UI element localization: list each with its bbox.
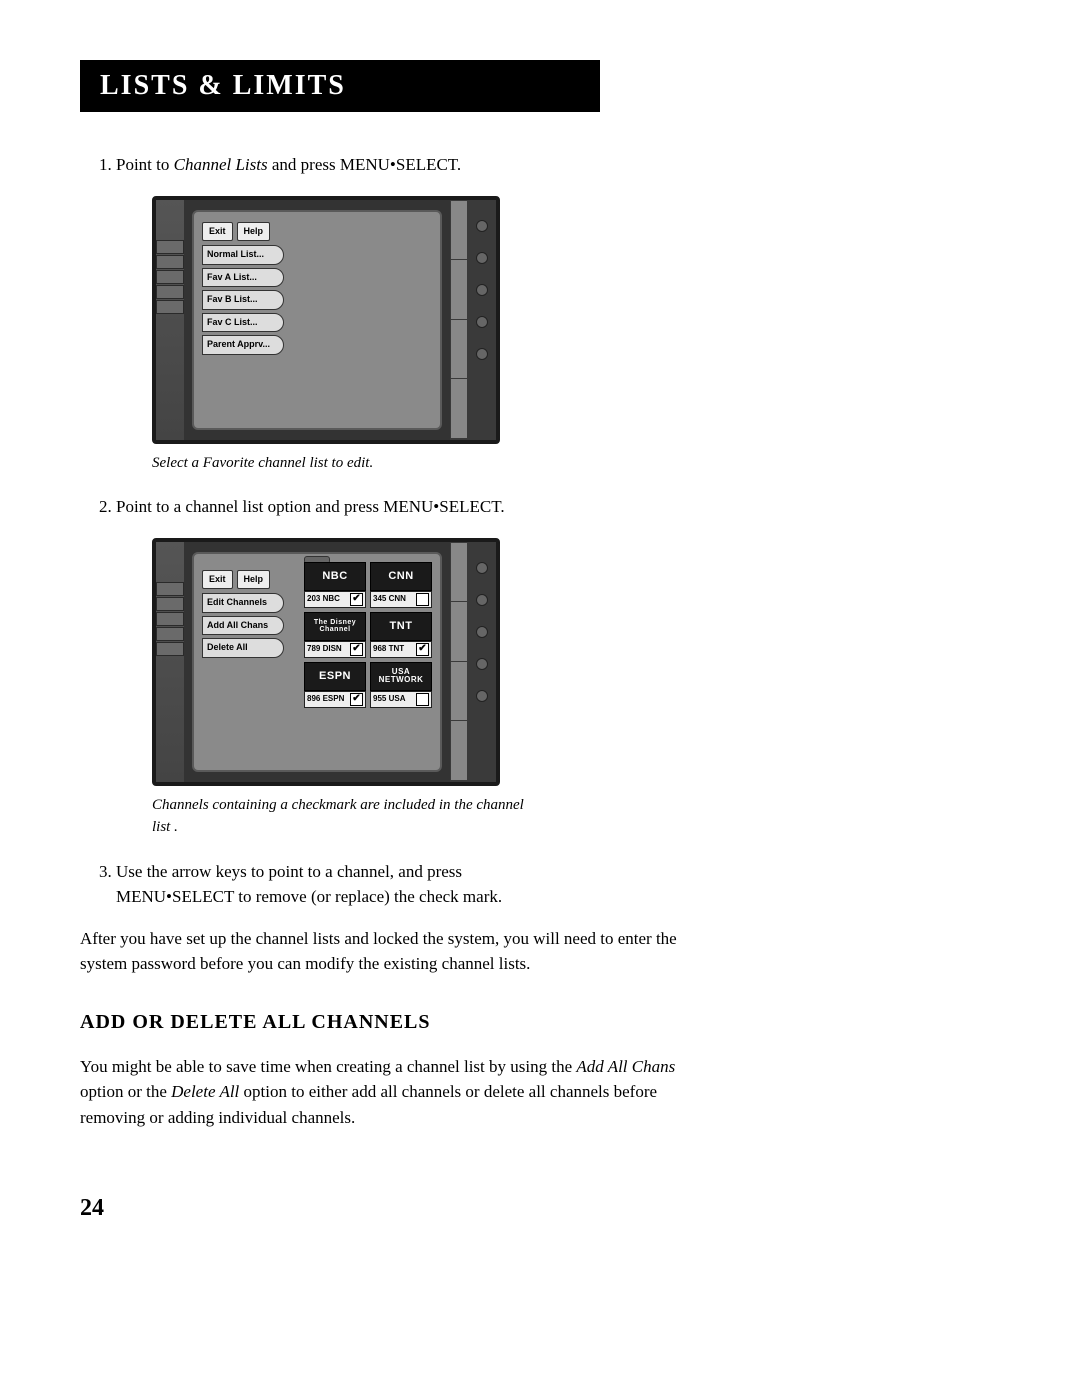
tv1-help-button[interactable]: Help	[237, 222, 271, 242]
tv2-exit-button[interactable]: Exit	[202, 570, 233, 590]
channel-espn[interactable]: ESPN 896 ESPN ✔	[304, 662, 366, 708]
sub-para-i2: Delete All	[171, 1082, 239, 1101]
channel-code: NBC	[323, 594, 340, 603]
sub-para-pre: You might be able to save time when crea…	[80, 1057, 576, 1076]
channel-logo: TNT	[370, 612, 432, 641]
channel-num: 968	[373, 644, 386, 653]
figure-1-caption: Select a Favorite channel list to edit.	[152, 452, 532, 475]
sub-para-i1: Add All Chans	[576, 1057, 675, 1076]
figure-2-tv: Exit Help Edit Channels Add All Chans De…	[152, 538, 500, 786]
step-3-line-a: Use the arrow keys to point to a channel…	[116, 862, 462, 881]
channel-num: 203	[307, 594, 320, 603]
channel-num: 345	[373, 594, 386, 603]
checkbox-empty-icon[interactable]	[416, 593, 429, 606]
body-paragraph: After you have set up the channel lists …	[80, 926, 680, 977]
tv1-tab-parent-apprv[interactable]: Parent Apprv...	[202, 335, 284, 355]
tv2-side-panel	[450, 542, 468, 782]
tv1-left-bezel	[156, 200, 184, 440]
channel-usa[interactable]: USA NETWORK 955 USA	[370, 662, 432, 708]
channel-code: CNN	[389, 594, 406, 603]
step-2-text: Point to a channel list option and press…	[116, 497, 505, 516]
channel-logo: NBC	[304, 562, 366, 591]
tv1-tab-normal-list[interactable]: Normal List...	[202, 245, 284, 265]
tv1-side-panel	[450, 200, 468, 440]
checkmark-icon[interactable]: ✔	[350, 643, 363, 656]
channel-code: TNT	[389, 644, 405, 653]
channel-tnt[interactable]: TNT 968 TNT ✔	[370, 612, 432, 658]
channel-num: 955	[373, 694, 386, 703]
channel-code: ESPN	[323, 694, 345, 703]
figure-1-tv: Exit Help Normal List... Fav A List... F…	[152, 196, 500, 444]
step-1: Point to Channel Lists and press MENU•SE…	[116, 152, 680, 474]
channel-cnn[interactable]: CNN 345 CNN	[370, 562, 432, 608]
tv2-right-bezel	[468, 542, 496, 782]
channel-code: USA	[389, 694, 406, 703]
channel-num: 896	[307, 694, 320, 703]
tv1-tab-fav-c[interactable]: Fav C List...	[202, 313, 284, 333]
tv1-right-bezel	[468, 200, 496, 440]
channel-logo: The Disney Channel	[304, 612, 366, 641]
sub-para-mid: option or the	[80, 1082, 171, 1101]
main-content: Point to Channel Lists and press MENU•SE…	[80, 152, 680, 1226]
tv2-help-button[interactable]: Help	[237, 570, 271, 590]
channel-nbc[interactable]: NBC 203 NBC ✔	[304, 562, 366, 608]
add-delete-all-paragraph: You might be able to save time when crea…	[80, 1054, 680, 1131]
channel-logo: CNN	[370, 562, 432, 591]
step-2: Point to a channel list option and press…	[116, 494, 680, 839]
checkmark-icon[interactable]: ✔	[416, 643, 429, 656]
step-1-italic: Channel Lists	[174, 155, 268, 174]
checkmark-icon[interactable]: ✔	[350, 693, 363, 706]
step-1-post: and press MENU•SELECT.	[268, 155, 462, 174]
channel-logo: ESPN	[304, 662, 366, 691]
tv2-screen: Exit Help Edit Channels Add All Chans De…	[192, 552, 442, 772]
page-number: 24	[80, 1190, 680, 1226]
add-delete-all-heading: ADD OR DELETE ALL CHANNELS	[80, 1007, 680, 1037]
step-3: Use the arrow keys to point to a channel…	[116, 859, 680, 910]
tv1-exit-button[interactable]: Exit	[202, 222, 233, 242]
tv1-tab-fav-a[interactable]: Fav A List...	[202, 268, 284, 288]
channel-num: 789	[307, 644, 320, 653]
page-header: LISTS & LIMITS	[80, 60, 600, 112]
channel-logo: USA NETWORK	[370, 662, 432, 691]
tv2-tab-delete-all[interactable]: Delete All	[202, 638, 284, 658]
tv2-channel-grid: NBC 203 NBC ✔ CNN 345 CNN The Disney Chan…	[304, 562, 432, 762]
step-1-pre: Point to	[116, 155, 174, 174]
step-3-line-b: MENU•SELECT to remove (or replace) the c…	[116, 887, 502, 906]
tv1-screen: Exit Help Normal List... Fav A List... F…	[192, 210, 442, 430]
tv1-tab-fav-b[interactable]: Fav B List...	[202, 290, 284, 310]
tv2-tab-add-all-chans[interactable]: Add All Chans	[202, 616, 284, 636]
tv2-left-bezel	[156, 542, 184, 782]
channel-disney[interactable]: The Disney Channel 789 DISN ✔	[304, 612, 366, 658]
figure-2-caption: Channels containing a checkmark are incl…	[152, 794, 532, 839]
channel-code: DISN	[323, 644, 342, 653]
tv2-tab-edit-channels[interactable]: Edit Channels	[202, 593, 284, 613]
checkmark-icon[interactable]: ✔	[350, 593, 363, 606]
checkbox-empty-icon[interactable]	[416, 693, 429, 706]
